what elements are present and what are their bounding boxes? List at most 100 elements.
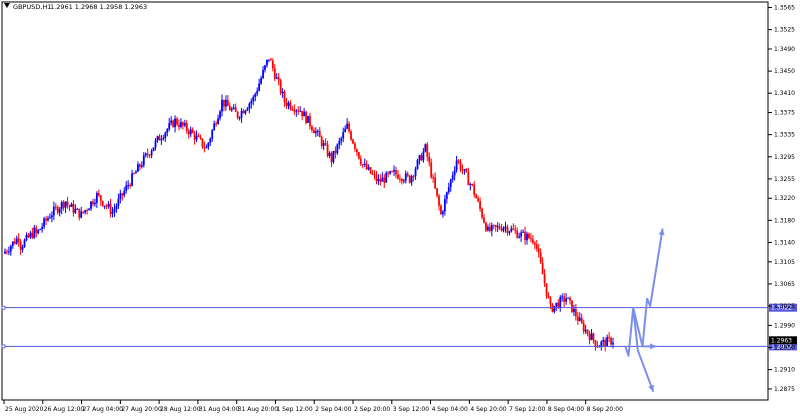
candle-body (129, 184, 132, 186)
candle-body (240, 110, 243, 118)
candle-body (438, 195, 440, 206)
candle-body (205, 147, 208, 149)
candle-body (604, 339, 607, 347)
candle-body (602, 339, 605, 342)
candle-body (606, 337, 609, 347)
candle-body (256, 90, 259, 94)
candle-body (189, 129, 192, 135)
candle-body (432, 177, 435, 179)
x-tick-label: 31 Aug 04:00 (199, 406, 240, 413)
candle-body (215, 123, 218, 125)
candle-body (47, 218, 49, 221)
candle-body (322, 143, 325, 146)
candle-body (17, 238, 20, 242)
candle-body (174, 118, 176, 128)
x-tick-label: 7 Sep 12:00 (509, 406, 545, 413)
candle-body (238, 117, 241, 119)
candle-body (166, 129, 169, 133)
chart-root: 1.3022 1.2952 1.2963 1.3565 1.3525 1.3490 1.3… (0, 0, 800, 418)
candle-body (107, 203, 110, 207)
candle-body (213, 123, 216, 131)
candle-body (524, 231, 526, 241)
candle-body (6, 251, 8, 253)
y-tick-label: 1.2875 (774, 386, 795, 393)
candle-body (131, 173, 133, 186)
candle-body (219, 111, 221, 119)
candle-body (236, 111, 239, 118)
candle-body (266, 59, 268, 66)
candle-body (342, 132, 345, 139)
symbol-label: GBPUSD,H1 (13, 3, 51, 11)
candle-body (535, 244, 538, 249)
candle-body (158, 136, 161, 141)
candle-body (412, 176, 415, 178)
candle-body (576, 316, 579, 321)
candle-body (311, 126, 313, 131)
candle-body (301, 110, 304, 117)
candle-body (574, 308, 577, 317)
candle-body (15, 238, 18, 244)
candle-body (228, 105, 231, 111)
candle-body (397, 174, 399, 179)
candle-body (381, 177, 384, 182)
candle-body (594, 340, 597, 347)
candle-body (420, 155, 423, 161)
candle-body (43, 218, 45, 227)
candle-body (242, 110, 245, 114)
candle-body (60, 202, 63, 210)
candle-body (154, 140, 157, 148)
candle-body (324, 143, 327, 145)
candle-body (416, 159, 419, 169)
candle-body (7, 251, 10, 253)
candle-body (418, 155, 421, 160)
candle-body (37, 229, 40, 234)
x-tick-label: 25 Aug 2020 (5, 406, 44, 413)
candle-body (4, 251, 6, 254)
candle-body (140, 165, 143, 167)
candle-body (528, 233, 530, 239)
candle-body (320, 137, 323, 146)
candle-body (428, 156, 431, 163)
candle-body (185, 123, 188, 131)
candle-body (111, 212, 114, 214)
candle-body (578, 317, 581, 321)
candle-body (377, 179, 380, 182)
candle-body (400, 179, 403, 182)
candle-body (127, 184, 130, 186)
candle-body (180, 122, 182, 128)
candle-body (88, 208, 90, 211)
candle-body (549, 297, 552, 305)
candle-body (66, 201, 69, 206)
x-tick-label: 4 Sep 04:00 (432, 406, 468, 413)
candle-body (373, 174, 376, 176)
candle-body (471, 184, 474, 186)
candle-body (78, 208, 81, 218)
candle-body (226, 100, 229, 106)
candle-body (516, 230, 519, 238)
candle-body (434, 177, 437, 189)
candle-body (443, 198, 446, 212)
candle-body (492, 225, 495, 227)
candle-body (488, 226, 491, 231)
candle-body (275, 77, 278, 79)
candle-body (209, 138, 212, 143)
candle-body (582, 322, 585, 332)
candle-body (41, 226, 44, 230)
candle-body (608, 337, 611, 339)
candle-body (135, 171, 137, 174)
y-tick-label: 1.3375 (774, 110, 795, 117)
candle-body (330, 153, 333, 163)
candle-body (490, 225, 493, 231)
y-tick-label: 1.3255 (774, 176, 795, 183)
candle-body (254, 93, 257, 98)
candle-body (281, 91, 284, 94)
candle-body (379, 179, 382, 182)
y-tick-label: 1.3025 (774, 303, 795, 310)
candle-body (27, 234, 30, 238)
candle-body (442, 211, 444, 215)
candle-body (543, 274, 546, 284)
candle-body (54, 206, 57, 208)
candle-body (485, 222, 487, 231)
candle-body (314, 131, 317, 134)
candle-body (530, 238, 532, 240)
